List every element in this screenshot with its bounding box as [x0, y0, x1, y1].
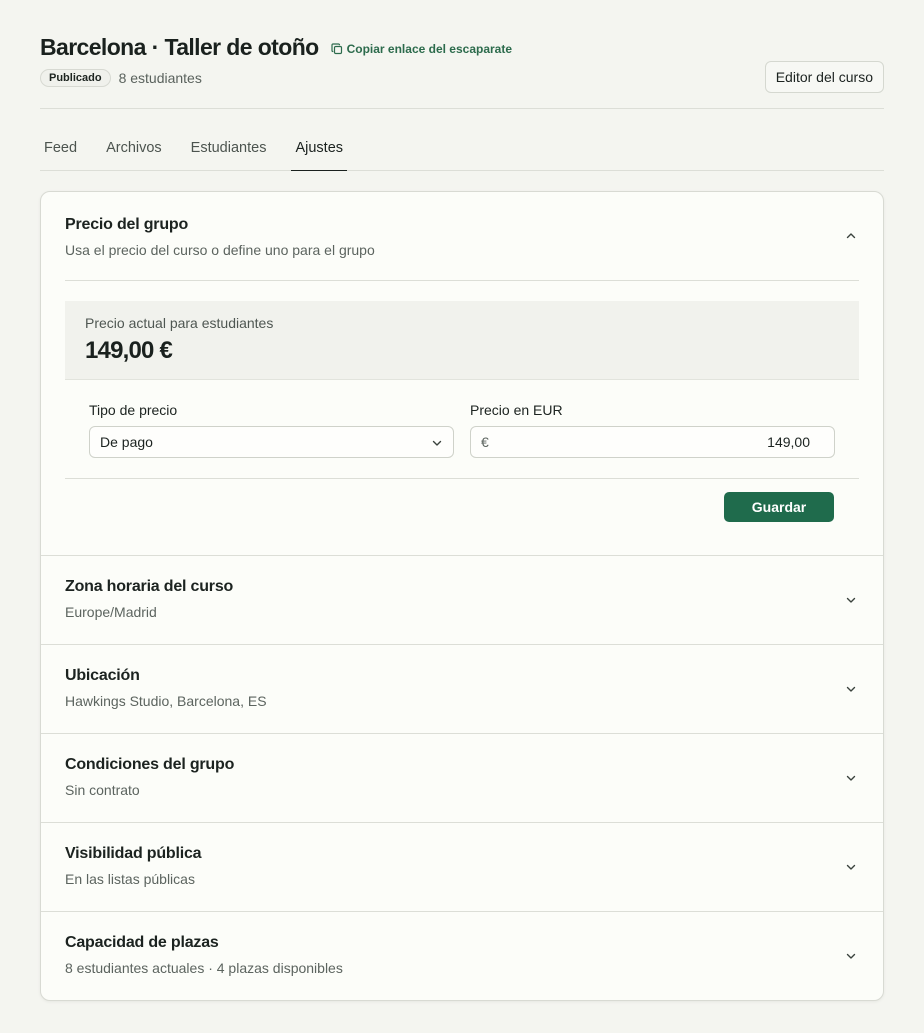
location-title: Ubicación — [65, 667, 140, 684]
timezone-title: Zona horaria del curso — [65, 578, 234, 595]
public-visibility-title: Visibilidad pública — [65, 845, 202, 862]
header-divider — [40, 108, 884, 109]
current-price-value: 149,00 € — [85, 337, 173, 364]
students-count: 8 estudiantes — [118, 70, 202, 86]
price-amount-label: Precio en EUR — [470, 402, 563, 418]
meta-row: Publicado 8 estudiantes — [40, 69, 884, 87]
course-settings-page: Barcelona · Taller de otoño Copiar enlac… — [0, 0, 924, 1033]
tab-estudiantes[interactable]: Estudiantes — [187, 130, 271, 171]
price-amount-input[interactable]: € 149,00 — [470, 426, 835, 458]
price-form-row: Tipo de precio De pago Precio en EUR € 1… — [89, 402, 835, 458]
price-section-header[interactable]: Precio del grupo Usa el precio del curso… — [41, 192, 883, 281]
current-price-label: Precio actual para estudiantes — [85, 315, 274, 331]
current-price-box: Precio actual para estudiantes 149,00 € — [65, 301, 859, 380]
form-divider — [65, 478, 859, 479]
chevron-down-icon[interactable] — [845, 950, 857, 962]
group-terms-value: Sin contrato — [65, 782, 140, 798]
save-button[interactable]: Guardar — [724, 492, 834, 522]
price-amount-value: 149,00 — [767, 434, 810, 450]
price-type-value: De pago — [100, 434, 153, 450]
tab-archivos[interactable]: Archivos — [102, 130, 166, 171]
chevron-down-icon[interactable] — [845, 861, 857, 873]
chevron-up-icon[interactable] — [845, 230, 857, 242]
price-amount-field: Precio en EUR € 149,00 — [470, 402, 835, 458]
price-type-label: Tipo de precio — [89, 402, 178, 418]
group-terms-section[interactable]: Condiciones del grupo Sin contrato — [41, 734, 883, 823]
location-value: Hawkings Studio, Barcelona, ES — [65, 693, 267, 709]
page-header: Barcelona · Taller de otoño Copiar enlac… — [40, 34, 884, 93]
copy-link-label: Copiar enlace del escaparate — [346, 41, 513, 56]
location-section[interactable]: Ubicación Hawkings Studio, Barcelona, ES — [41, 645, 883, 734]
price-section-title: Precio del grupo — [65, 216, 189, 233]
currency-symbol: € — [481, 434, 489, 450]
seat-capacity-title: Capacidad de plazas — [65, 934, 219, 951]
seat-capacity-value: 8 estudiantes actuales · 4 plazas dispon… — [65, 960, 343, 976]
price-section-subtitle: Usa el precio del curso o define uno par… — [65, 242, 375, 258]
tab-feed[interactable]: Feed — [40, 130, 81, 171]
settings-card: Precio del grupo Usa el precio del curso… — [40, 191, 884, 1001]
price-divider — [65, 280, 859, 281]
group-terms-title: Condiciones del grupo — [65, 756, 235, 773]
status-badge: Publicado — [40, 69, 111, 87]
timezone-value: Europe/Madrid — [65, 604, 157, 620]
price-type-field: Tipo de precio De pago — [89, 402, 454, 458]
tab-ajustes[interactable]: Ajustes — [291, 130, 348, 171]
price-section: Precio del grupo Usa el precio del curso… — [41, 192, 883, 556]
timezone-section[interactable]: Zona horaria del curso Europe/Madrid — [41, 556, 883, 645]
copy-icon — [330, 42, 342, 54]
tab-bar: Feed Archivos Estudiantes Ajustes — [40, 130, 884, 171]
chevron-down-icon[interactable] — [845, 772, 857, 784]
title-row: Barcelona · Taller de otoño Copiar enlac… — [40, 34, 884, 61]
chevron-down-icon[interactable] — [845, 683, 857, 695]
page-title: Barcelona · Taller de otoño — [40, 34, 319, 60]
copy-storefront-link[interactable]: Copiar enlace del escaparate — [330, 41, 513, 56]
public-visibility-section[interactable]: Visibilidad pública En las listas públic… — [41, 823, 883, 912]
seat-capacity-section[interactable]: Capacidad de plazas 8 estudiantes actual… — [41, 912, 883, 1000]
price-type-select[interactable]: De pago — [89, 426, 454, 458]
public-visibility-value: En las listas públicas — [65, 871, 195, 887]
chevron-down-icon — [432, 440, 442, 446]
chevron-down-icon[interactable] — [845, 594, 857, 606]
course-editor-button[interactable]: Editor del curso — [764, 61, 884, 93]
